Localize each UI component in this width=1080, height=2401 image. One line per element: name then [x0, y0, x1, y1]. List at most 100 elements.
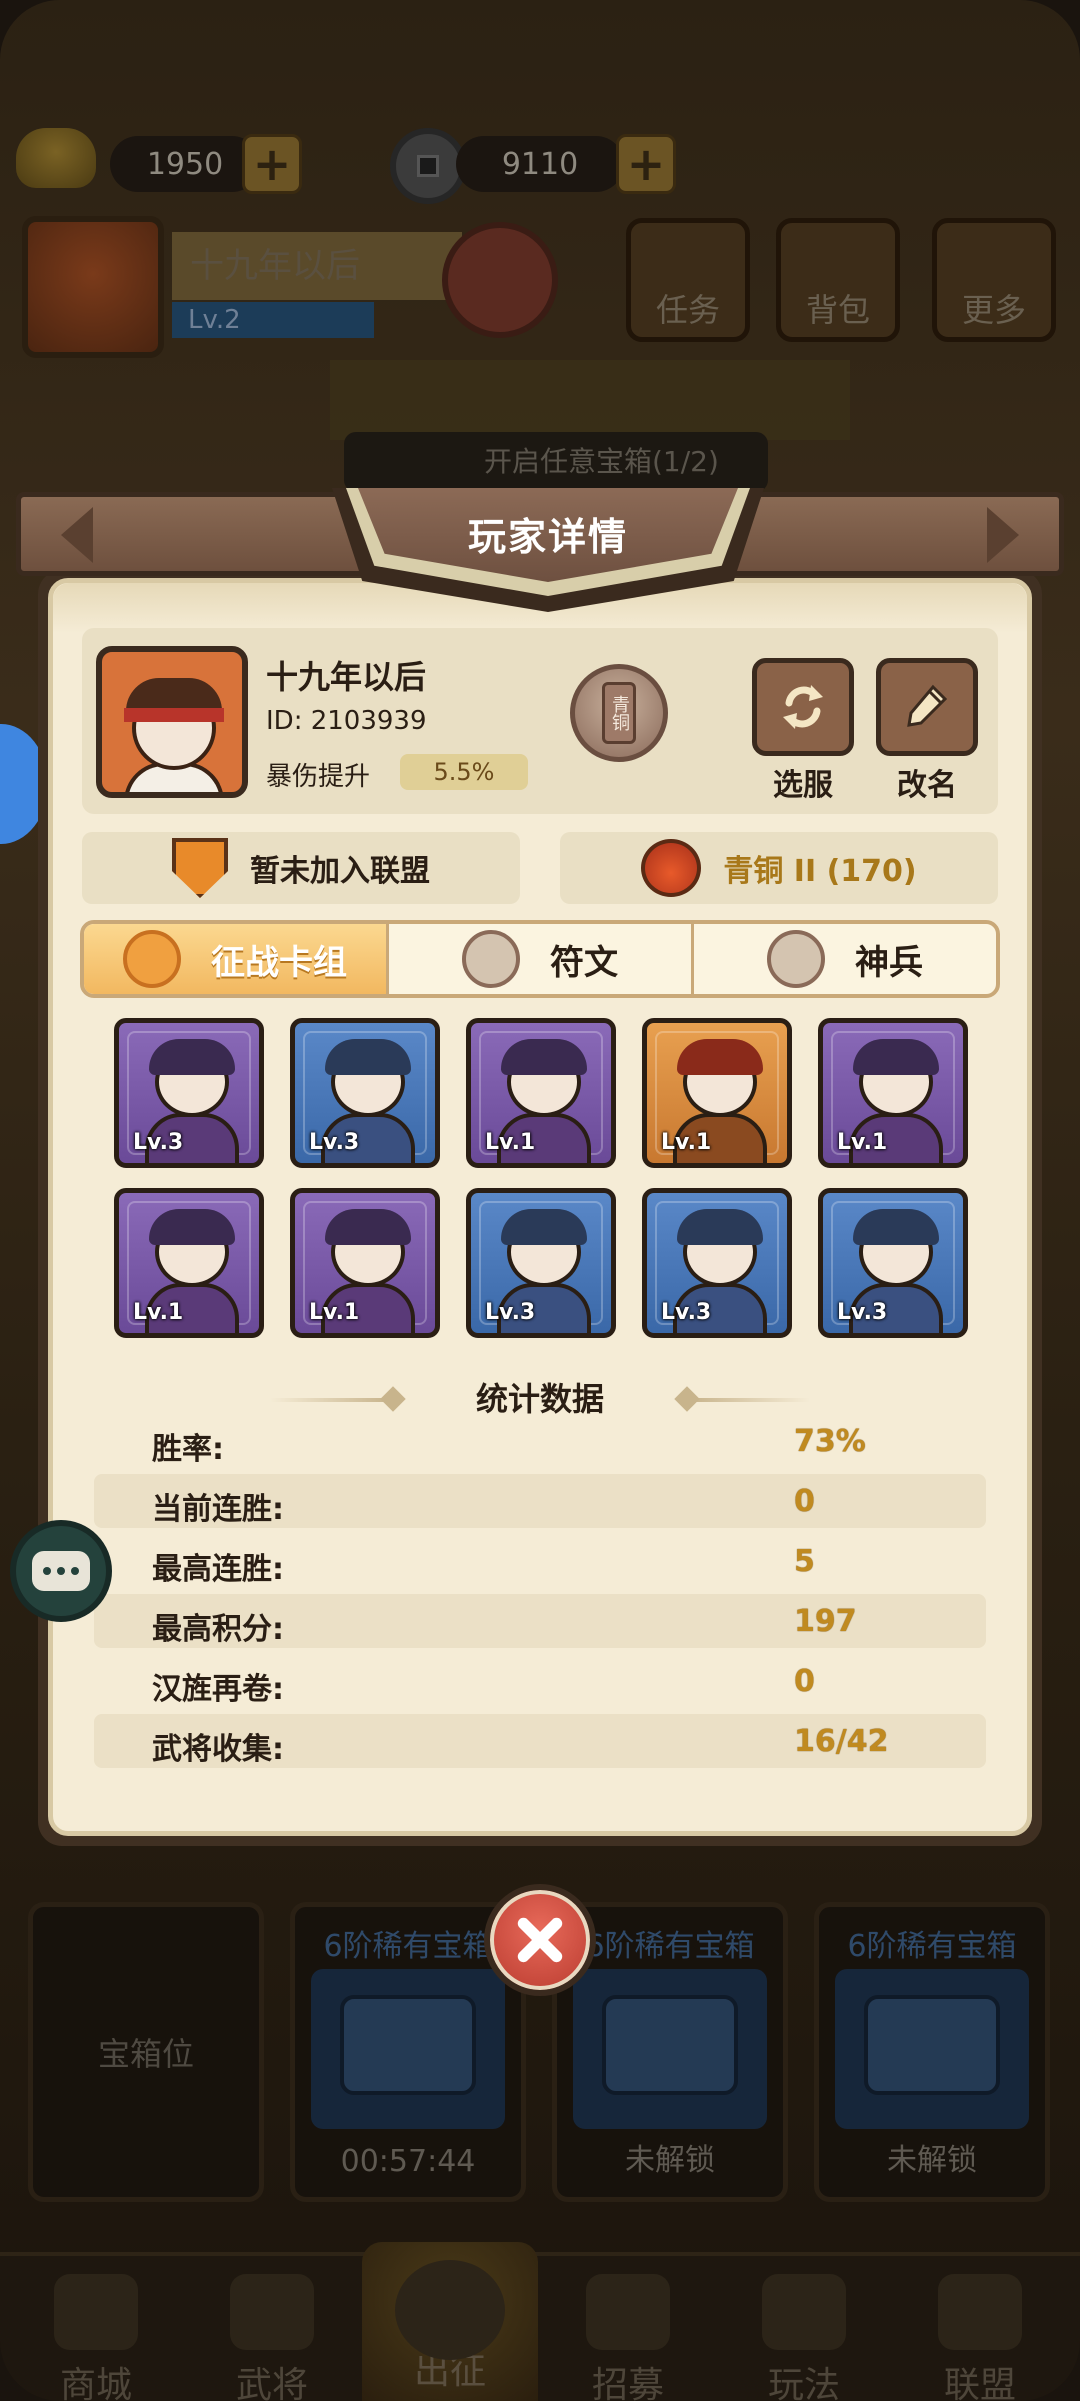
general-card[interactable]: Lv.1: [114, 1188, 264, 1338]
card-level: Lv.1: [309, 1300, 360, 1325]
close-icon: [517, 1917, 563, 1963]
tab-divine-weapons[interactable]: 神兵: [694, 924, 996, 994]
bottom-nav: 商城 武将 出征 招募 玩法 联盟: [0, 2242, 1080, 2401]
add-gold-button[interactable]: +: [242, 134, 302, 194]
general-helmet: [149, 1209, 235, 1245]
nav-label: 玩法: [767, 2365, 840, 2401]
stat-value: 5: [794, 1544, 815, 1579]
ribbon-right-arrow-icon: [987, 507, 1019, 563]
rank-pouch-icon: [641, 839, 702, 897]
player-id: ID: 2103939: [266, 706, 427, 736]
pencil-icon: [907, 684, 948, 727]
rank-badge-icon[interactable]: [442, 222, 558, 338]
nav-generals[interactable]: 武将: [184, 2256, 360, 2401]
stat-row: 最高积分: 197: [94, 1594, 986, 1648]
card-level: Lv.3: [133, 1130, 184, 1155]
profile-level: Lv.2: [172, 302, 374, 338]
general-helmet: [325, 1039, 411, 1075]
general-helmet: [853, 1209, 939, 1245]
card-deck-icon: [123, 930, 181, 988]
chest-icon: [340, 1995, 476, 2095]
stat-value: 197: [794, 1604, 857, 1639]
avatar-headband: [124, 708, 224, 722]
general-helmet: [677, 1039, 763, 1075]
chest-slot-empty[interactable]: 宝箱位: [28, 1902, 264, 2202]
stat-value: 0: [794, 1484, 815, 1519]
card-level: Lv.1: [485, 1130, 536, 1155]
stat-value: 0: [794, 1664, 815, 1699]
stat-label: 汉旌再卷:: [152, 1672, 284, 1707]
rank-emblem-icon: 青铜: [570, 664, 668, 762]
backpack-button[interactable]: 背包: [776, 218, 900, 342]
chest-title: 6阶稀有宝箱: [847, 1929, 1017, 1964]
nav-recruit[interactable]: 招募: [540, 2256, 716, 2401]
profile-avatar[interactable]: [22, 216, 164, 358]
profile-name: 十九年以后: [172, 232, 462, 300]
nav-label: 招募: [591, 2365, 664, 2401]
card-level: Lv.1: [837, 1130, 888, 1155]
card-level: Lv.1: [133, 1300, 184, 1325]
tab-runes[interactable]: 符文: [389, 924, 694, 994]
stat-label: 当前连胜:: [152, 1492, 284, 1527]
stat-label: 胜率:: [152, 1432, 224, 1467]
general-card[interactable]: Lv.1: [642, 1018, 792, 1168]
general-helmet: [501, 1039, 587, 1075]
chest-timer: 00:57:44: [340, 2144, 476, 2179]
chat-icon: [32, 1551, 90, 1591]
tasks-button[interactable]: 任务: [626, 218, 750, 342]
chest-status: 未解锁: [625, 2143, 715, 2178]
general-helmet: [325, 1209, 411, 1245]
general-card[interactable]: Lv.3: [114, 1018, 264, 1168]
copper-coin-icon: [390, 128, 466, 204]
general-card[interactable]: Lv.3: [818, 1188, 968, 1338]
chest-icon: [864, 1995, 1000, 2095]
card-level: Lv.3: [485, 1300, 536, 1325]
rename-button[interactable]: [876, 658, 978, 756]
nav-shop[interactable]: 商城: [8, 2256, 184, 2401]
gold-ingot-icon: [16, 128, 96, 188]
close-button[interactable]: [484, 1884, 596, 1996]
general-helmet: [149, 1039, 235, 1075]
general-card[interactable]: Lv.3: [642, 1188, 792, 1338]
general-icon: [230, 2274, 314, 2350]
nav-label: 联盟: [943, 2365, 1016, 2401]
nav-gameplay[interactable]: 玩法: [716, 2256, 892, 2401]
stat-label: 最高积分:: [152, 1612, 284, 1647]
shop-icon: [54, 2274, 138, 2350]
general-card[interactable]: Lv.3: [290, 1018, 440, 1168]
nav-campaign[interactable]: 出征: [362, 2242, 538, 2401]
nav-alliance[interactable]: 联盟: [892, 2256, 1068, 2401]
select-server-label: 选服: [773, 768, 833, 803]
task-banner[interactable]: 开启任意宝箱(1/2): [344, 432, 768, 492]
general-card[interactable]: Lv.3: [466, 1188, 616, 1338]
rename-label: 改名: [897, 768, 957, 803]
chest-slot-3[interactable]: 6阶稀有宝箱 未解锁: [814, 1902, 1050, 2202]
general-card[interactable]: Lv.1: [290, 1188, 440, 1338]
coin-amount: 9110: [456, 136, 624, 192]
more-button[interactable]: 更多: [932, 218, 1056, 342]
general-helmet: [501, 1209, 587, 1245]
general-card[interactable]: Lv.1: [818, 1018, 968, 1168]
select-server-button[interactable]: [752, 658, 854, 756]
player-name: 十九年以后: [266, 658, 427, 696]
gold-amount: 1950: [110, 136, 260, 192]
rank-emblem-text: 青铜: [602, 682, 636, 744]
scroll-icon: [586, 2274, 670, 2350]
general-card[interactable]: Lv.1: [466, 1018, 616, 1168]
alliance-text: 暂未加入联盟: [250, 854, 430, 889]
add-coin-button[interactable]: +: [616, 134, 676, 194]
crit-bonus-value: 5.5%: [400, 754, 528, 790]
chat-button[interactable]: [10, 1520, 112, 1622]
stat-row: 武将收集: 16/42: [94, 1714, 986, 1768]
stat-row: 汉旌再卷: 0: [94, 1654, 986, 1708]
rank-text: 青铜 II (170): [723, 854, 917, 889]
stat-label: 最高连胜:: [152, 1552, 284, 1587]
nav-label: 商城: [59, 2365, 132, 2401]
tab-battle-deck[interactable]: 征战卡组: [84, 924, 389, 994]
modal-title: 玩家详情: [467, 515, 628, 559]
tab-label: 神兵: [855, 942, 923, 983]
event-banner: [330, 360, 850, 440]
general-helmet: [677, 1209, 763, 1245]
card-level: Lv.3: [837, 1300, 888, 1325]
rank-info: 青铜 II (170): [560, 832, 998, 904]
